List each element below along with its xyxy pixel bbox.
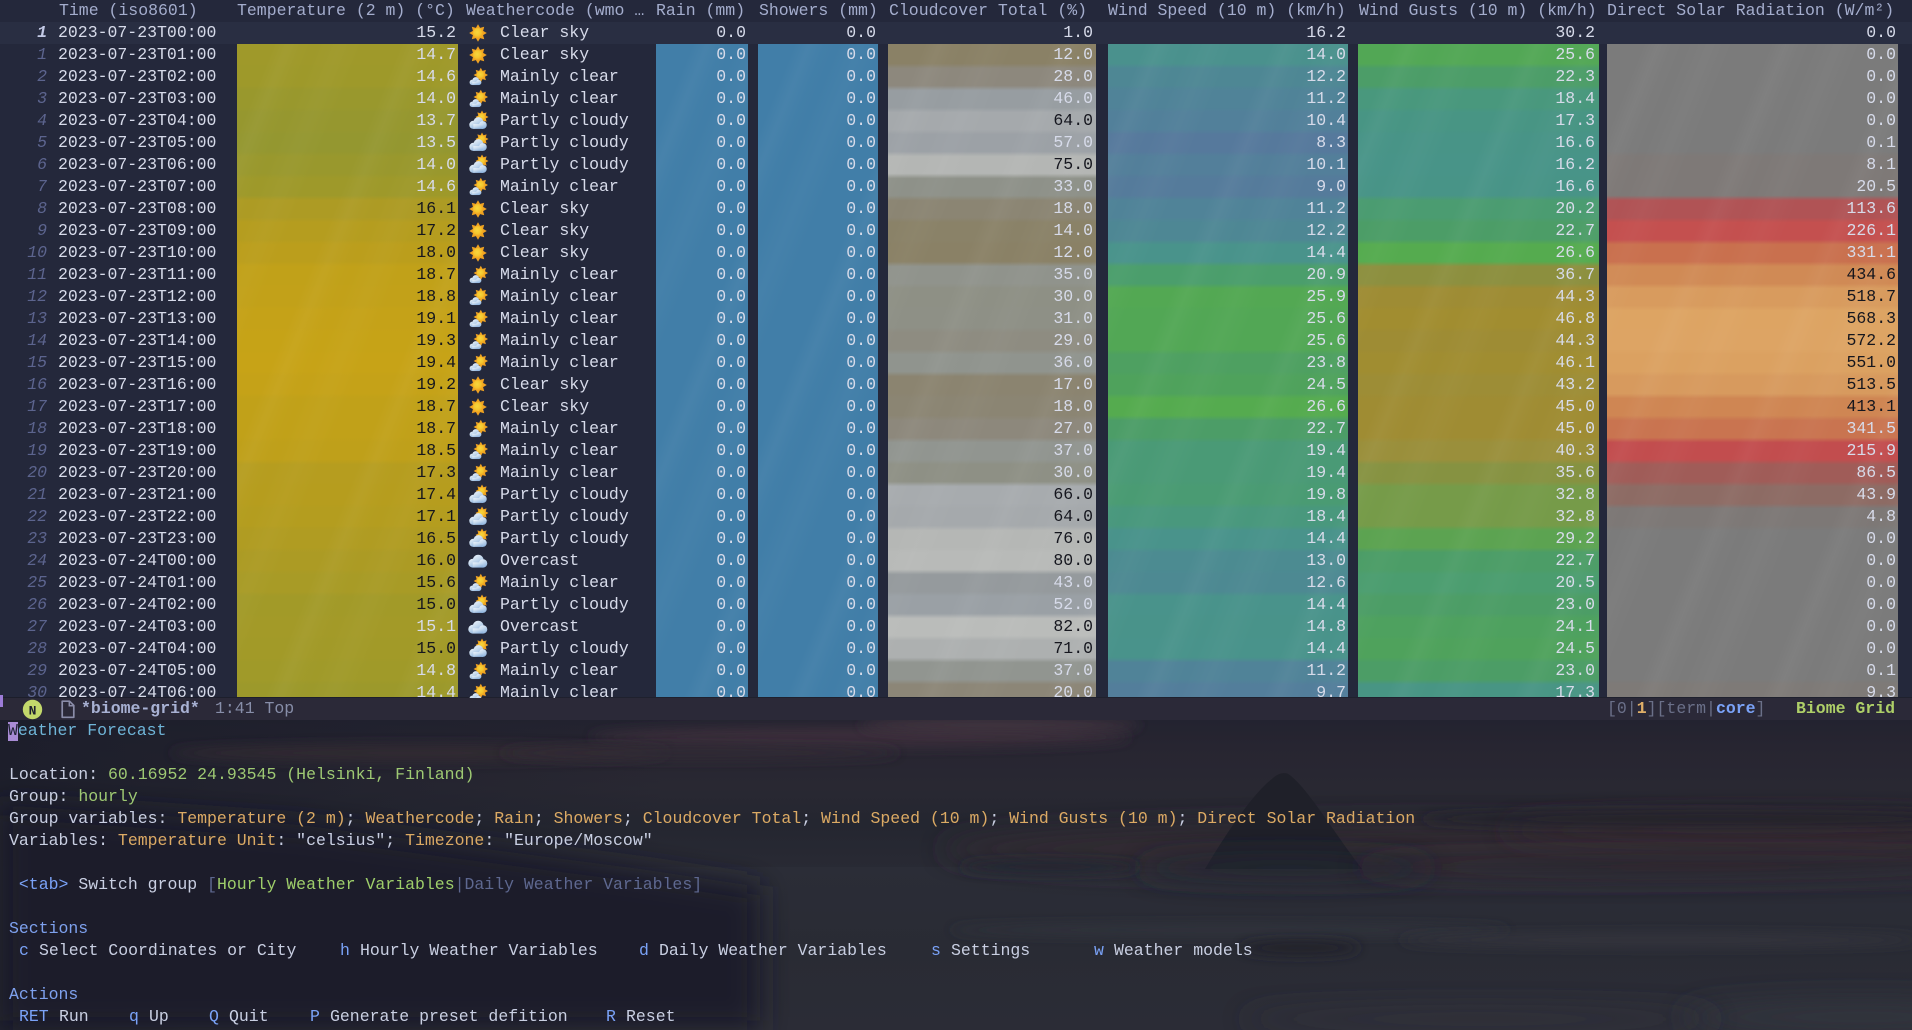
svg-text:N: N [29,703,37,718]
